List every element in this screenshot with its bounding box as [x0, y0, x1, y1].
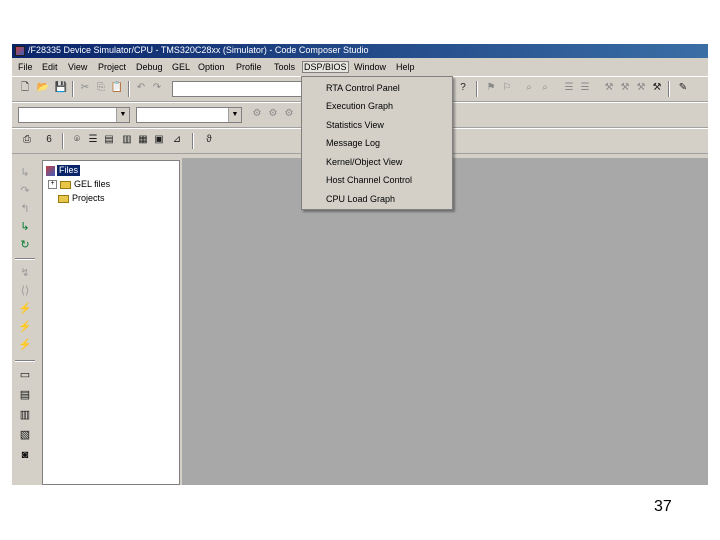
callstack-icon[interactable]: ⊿: [170, 133, 184, 147]
toolbar-separator: [15, 258, 35, 260]
chevron-down-icon[interactable]: ▼: [116, 108, 129, 122]
tree-root-label[interactable]: Files: [57, 165, 81, 176]
registers-icon[interactable]: ☰: [86, 133, 100, 147]
menu-item-statistics-view[interactable]: Statistics View: [326, 120, 384, 131]
view-registers-icon[interactable]: ▤: [18, 388, 32, 402]
disassembly-icon[interactable]: ▥: [120, 133, 134, 147]
tree-root[interactable]: Files: [46, 165, 81, 176]
animate-icon[interactable]: ⚡: [18, 302, 32, 316]
tree-item-projects[interactable]: Projects: [58, 193, 105, 204]
menu-gel[interactable]: GEL: [172, 62, 190, 72]
graph-icon[interactable]: ▦: [136, 133, 150, 147]
folder-icon: [60, 180, 71, 189]
wand-icon[interactable]: ✎: [676, 81, 690, 95]
image-icon[interactable]: ▣: [152, 133, 166, 147]
menu-item-kernel-object-view[interactable]: Kernel/Object View: [326, 157, 402, 168]
menu-debug[interactable]: Debug: [136, 62, 163, 72]
menu-item-rta-control-panel[interactable]: RTA Control Panel: [326, 83, 400, 94]
bookmark-next-icon[interactable]: ⚐: [500, 81, 514, 95]
find-combo[interactable]: [172, 81, 302, 97]
menu-option[interactable]: Option: [198, 62, 225, 72]
menu-dsp-bios[interactable]: DSP/BIOS: [302, 61, 349, 73]
memory-icon[interactable]: ▤: [102, 133, 116, 147]
probe-point-icon[interactable]: ⚡: [18, 338, 32, 352]
menu-tools[interactable]: Tools: [274, 62, 295, 72]
new-file-icon[interactable]: 🗋: [18, 81, 32, 95]
compile-icon[interactable]: ⚙: [250, 107, 264, 121]
step-into-icon[interactable]: ↳: [18, 166, 32, 180]
menu-item-message-log[interactable]: Message Log: [326, 138, 380, 149]
toolbar-separator: [192, 133, 194, 149]
find-in-files-icon[interactable]: ⌕: [522, 81, 536, 95]
debug-tool-4-icon[interactable]: ⚒: [650, 81, 664, 95]
toolbar-separator: [62, 133, 64, 149]
toolbar-separator: [476, 81, 478, 97]
toolbar-separator: [15, 360, 35, 362]
halt-icon[interactable]: ⟨⟩: [18, 284, 32, 298]
debug-side-toolbar: ↳ ↷ ↰ ↳ ↻ ↯ ⟨⟩ ⚡ ⚡ ⚡ ▭ ▤ ▥ ▧ ◙: [12, 158, 38, 485]
copy-icon[interactable]: ⎘: [94, 81, 108, 95]
app-icon: [15, 46, 25, 56]
debug-tool-icon[interactable]: ⚒: [602, 81, 616, 95]
cut-icon[interactable]: ✂: [78, 81, 92, 95]
open-folder-icon[interactable]: 📂: [36, 81, 50, 95]
menu-item-host-channel-control[interactable]: Host Channel Control: [326, 175, 412, 186]
menu-window[interactable]: Window: [354, 62, 386, 72]
redo-icon[interactable]: ↷: [150, 81, 164, 95]
rebuild-icon[interactable]: ⚙: [282, 107, 296, 121]
dsp-bios-dropdown-menu: RTA Control Panel Execution Graph Statis…: [301, 76, 453, 210]
toolbar-separator: [668, 81, 670, 97]
gel-icon[interactable]: ϑ: [202, 133, 216, 147]
view-watch-icon[interactable]: ▧: [18, 428, 32, 442]
undo-icon[interactable]: ↶: [134, 81, 148, 95]
menu-item-cpu-load-graph[interactable]: CPU Load Graph: [326, 194, 395, 205]
menu-edit[interactable]: Edit: [42, 62, 58, 72]
paste-icon[interactable]: 📋: [110, 81, 124, 95]
toggle-breakpoint-icon[interactable]: ⚡: [18, 320, 32, 334]
configuration-combo[interactable]: ▼: [136, 107, 242, 123]
menu-file[interactable]: File: [18, 62, 33, 72]
run-to-cursor-icon[interactable]: ↳: [18, 220, 32, 234]
project-view: Files + GEL files Projects: [42, 160, 180, 485]
menu-project[interactable]: Project: [98, 62, 126, 72]
menu-profile[interactable]: Profile: [236, 62, 262, 72]
toolbar-separator: [72, 81, 74, 97]
toolbar-separator: [128, 81, 130, 97]
find-next-icon[interactable]: ⌕: [538, 81, 552, 95]
view-disassembly-icon[interactable]: ▥: [18, 408, 32, 422]
files-root-icon: [46, 165, 55, 176]
menu-view[interactable]: View: [68, 62, 87, 72]
indent-icon[interactable]: ☰: [562, 81, 576, 95]
save-icon[interactable]: 💾: [54, 81, 68, 95]
tree-item-label[interactable]: GEL files: [74, 179, 110, 190]
menu-bar: File Edit View Project Debug GEL Option …: [12, 60, 708, 74]
project-combo[interactable]: ▼: [18, 107, 130, 123]
view-memory-icon[interactable]: ▭: [18, 368, 32, 382]
chevron-down-icon[interactable]: ▼: [228, 108, 241, 122]
bulb-icon[interactable]: ⌾: [70, 133, 84, 147]
context-help-icon[interactable]: ?: [456, 81, 470, 95]
menu-help[interactable]: Help: [396, 62, 415, 72]
outdent-icon[interactable]: ☰: [578, 81, 592, 95]
watch-icon[interactable]: 6: [42, 133, 56, 147]
tree-item-label[interactable]: Projects: [72, 193, 105, 204]
build-icon[interactable]: ⚙: [266, 107, 280, 121]
debug-tool-2-icon[interactable]: ⚒: [618, 81, 632, 95]
window-title: /F28335 Device Simulator/CPU - TMS320C28…: [28, 45, 369, 55]
slide-page-number: 37: [654, 498, 672, 515]
menu-item-execution-graph[interactable]: Execution Graph: [326, 101, 393, 112]
bookmark-icon[interactable]: ⚑: [484, 81, 498, 95]
step-over-icon[interactable]: ↷: [18, 184, 32, 198]
set-pc-icon[interactable]: ↻: [18, 238, 32, 252]
tree-item-gel-files[interactable]: + GEL files: [48, 179, 110, 190]
load-program-icon[interactable]: ⎙: [20, 133, 34, 147]
run-icon[interactable]: ↯: [18, 266, 32, 280]
record-icon[interactable]: ◙: [18, 448, 32, 462]
expand-icon[interactable]: +: [48, 180, 57, 189]
folder-icon: [58, 194, 69, 203]
step-out-icon[interactable]: ↰: [18, 202, 32, 216]
title-bar[interactable]: /F28335 Device Simulator/CPU - TMS320C28…: [12, 44, 708, 58]
debug-tool-3-icon[interactable]: ⚒: [634, 81, 648, 95]
